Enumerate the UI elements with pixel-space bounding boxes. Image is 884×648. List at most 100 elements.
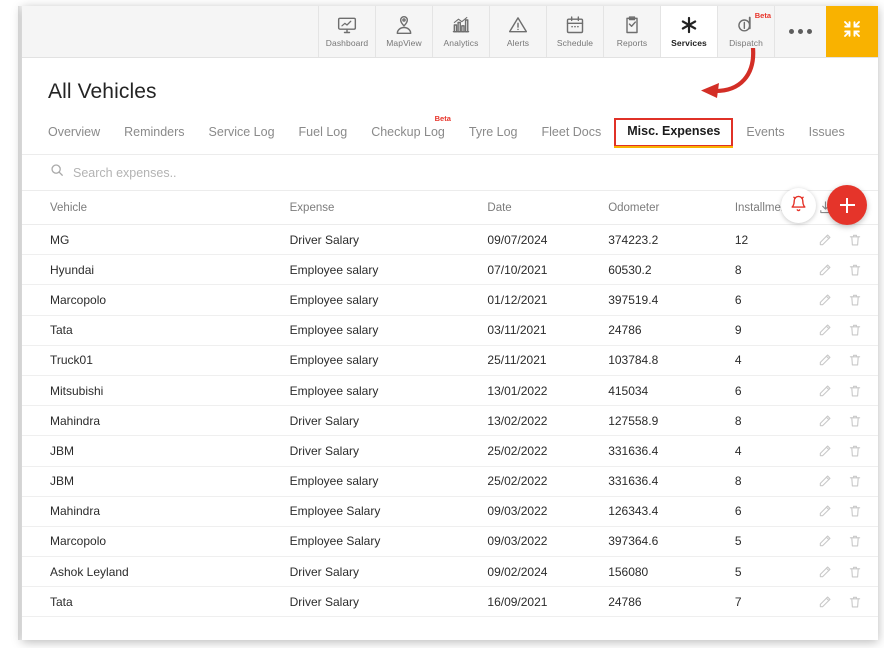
pencil-icon[interactable] — [818, 323, 832, 337]
nav-item-schedule[interactable]: Schedule — [546, 6, 603, 57]
pencil-icon[interactable] — [818, 414, 832, 428]
column-header-vehicle[interactable]: Vehicle — [50, 202, 290, 214]
pencil-icon[interactable] — [818, 474, 832, 488]
cell-installment: 6 — [734, 504, 742, 519]
cell-vehicle: MG — [50, 232, 70, 247]
nav-item-reports[interactable]: Reports — [603, 6, 660, 57]
pencil-icon[interactable] — [818, 534, 832, 548]
cell-date: 25/11/2021 — [487, 353, 547, 368]
pencil-icon[interactable] — [818, 293, 832, 307]
pencil-icon[interactable] — [818, 233, 832, 247]
trash-icon[interactable] — [848, 444, 862, 458]
cell-expense: Employee Salary — [289, 534, 381, 549]
cell-installment: 8 — [734, 413, 742, 428]
search-input[interactable] — [73, 165, 393, 180]
cell-date: 03/11/2021 — [487, 323, 547, 338]
cell-installment: 5 — [734, 564, 742, 579]
table-row[interactable]: Tata Employee salary 03/11/2021 24786 9 — [22, 316, 878, 346]
tab-checkup-log[interactable]: Beta Checkup Log — [359, 114, 457, 147]
table-row[interactable]: Mahindra Employee Salary 09/03/2022 126343.… — [22, 497, 878, 527]
trash-icon[interactable] — [848, 414, 862, 428]
table-row[interactable]: Hyundai Employee salary 07/10/2021 60530.2 8 — [22, 255, 878, 286]
trash-icon[interactable] — [848, 323, 862, 337]
tab-label: Tyre Log — [468, 125, 518, 139]
nav-item-dispatch[interactable]: Beta Dispatch — [717, 6, 774, 57]
tab-reminders[interactable]: Reminders — [112, 121, 196, 147]
trash-icon[interactable] — [848, 233, 862, 247]
pencil-icon[interactable] — [818, 263, 832, 277]
table-body: MG Driver Salary 09/07/2024 374223.2 12 Hyun… — [22, 225, 878, 618]
tab-issues[interactable]: Issues — [797, 121, 857, 147]
pencil-icon[interactable] — [818, 565, 832, 579]
table-row[interactable]: MG Driver Salary 09/07/2024 374223.2 12 — [22, 225, 878, 256]
column-header-expense[interactable]: Expense — [290, 202, 488, 214]
trash-icon[interactable] — [848, 263, 862, 277]
collapse-button[interactable] — [826, 6, 878, 57]
cell-vehicle: JBM — [50, 474, 74, 489]
cell-expense: Employee salary — [289, 353, 379, 368]
row-actions — [818, 534, 878, 548]
table-row[interactable]: Marcopolo Employee salary 01/12/2021 397519… — [22, 285, 878, 316]
cell-odometer: 60530.2 — [608, 262, 652, 277]
trash-icon[interactable] — [848, 293, 862, 307]
tab-label: Service Log — [208, 125, 275, 139]
page-title: All Vehicles — [48, 80, 157, 103]
pencil-icon[interactable] — [818, 444, 832, 458]
table-row[interactable]: Ashok Leyland Driver Salary 09/02/2024 1560… — [22, 557, 878, 588]
cell-installment: 8 — [734, 474, 742, 489]
table-row[interactable]: JBM Employee salary 25/02/2022 331636.4 8 — [22, 467, 878, 497]
cell-vehicle: Mahindra — [50, 504, 101, 519]
nav-item-mapview[interactable]: MapView — [375, 6, 432, 57]
tab-misc-expenses[interactable]: Misc. Expenses — [614, 118, 734, 148]
notifications-button[interactable] — [781, 188, 816, 223]
add-expense-button[interactable] — [827, 185, 867, 225]
tab-overview[interactable]: Overview — [48, 121, 112, 147]
nav-item-alerts[interactable]: Alerts — [489, 6, 546, 57]
nav-item-dashboard[interactable]: Dashboard — [318, 6, 375, 57]
trash-icon[interactable] — [848, 565, 862, 579]
calendar-icon — [565, 15, 585, 35]
nav-item-services[interactable]: Services — [660, 6, 717, 57]
pencil-icon[interactable] — [818, 384, 832, 398]
table-row[interactable]: Marcopolo Employee Salary 09/03/2022 397364… — [22, 527, 878, 558]
tab-label: Checkup Log — [371, 125, 445, 139]
table-row[interactable]: Tata Driver Salary 16/09/2021 24786 7 — [22, 587, 878, 618]
tab-service-log[interactable]: Service Log — [197, 121, 287, 147]
pencil-icon[interactable] — [818, 595, 832, 609]
cell-odometer: 331636.4 — [608, 474, 659, 489]
pencil-icon[interactable] — [818, 353, 832, 367]
nav-item-analytics[interactable]: Analytics — [432, 6, 489, 57]
table-row[interactable]: Mitsubishi Employee salary 13/01/2022 41503… — [22, 376, 878, 407]
trash-icon[interactable] — [848, 595, 862, 609]
cell-vehicle: Tata — [50, 323, 73, 338]
nav-item-label: Alerts — [506, 38, 530, 48]
tab-tyre-log[interactable]: Tyre Log — [457, 121, 530, 147]
tab-label: Fleet Docs — [541, 125, 602, 139]
trash-icon[interactable] — [848, 384, 862, 398]
trash-icon[interactable] — [848, 353, 862, 367]
cell-vehicle: Truck01 — [50, 353, 93, 368]
row-actions — [818, 444, 878, 458]
cell-expense: Employee salary — [289, 474, 379, 489]
cell-date: 09/03/2022 — [487, 534, 548, 549]
tab-label: Misc. Expenses — [627, 124, 721, 138]
table-row[interactable]: Truck01 Employee salary 25/11/2021 103784.8… — [22, 346, 878, 376]
table-row[interactable]: JBM Driver Salary 25/02/2022 331636.4 4 — [22, 436, 878, 467]
cell-date: 13/02/2022 — [487, 413, 548, 428]
cell-vehicle: Ashok Leyland — [50, 564, 129, 579]
cell-expense: Employee salary — [289, 292, 379, 307]
column-header-odometer[interactable]: Odometer — [608, 202, 735, 214]
pencil-icon[interactable] — [818, 504, 832, 518]
trash-icon[interactable] — [848, 534, 862, 548]
tab-events[interactable]: Events — [734, 121, 796, 147]
tab-fuel-log[interactable]: Fuel Log — [287, 121, 360, 147]
trash-icon[interactable] — [848, 474, 862, 488]
more-menu-button[interactable] — [774, 6, 826, 57]
expenses-table: Vehicle Expense Date Odometer Installment MG… — [22, 191, 878, 618]
table-row[interactable]: Mahindra Driver Salary 13/02/2022 127558.9 8 — [22, 406, 878, 437]
trash-icon[interactable] — [848, 504, 862, 518]
clipboard-check-icon — [622, 15, 642, 35]
cell-date: 25/02/2022 — [487, 474, 548, 489]
tab-fleet-docs[interactable]: Fleet Docs — [530, 121, 614, 147]
column-header-date[interactable]: Date — [487, 202, 608, 214]
